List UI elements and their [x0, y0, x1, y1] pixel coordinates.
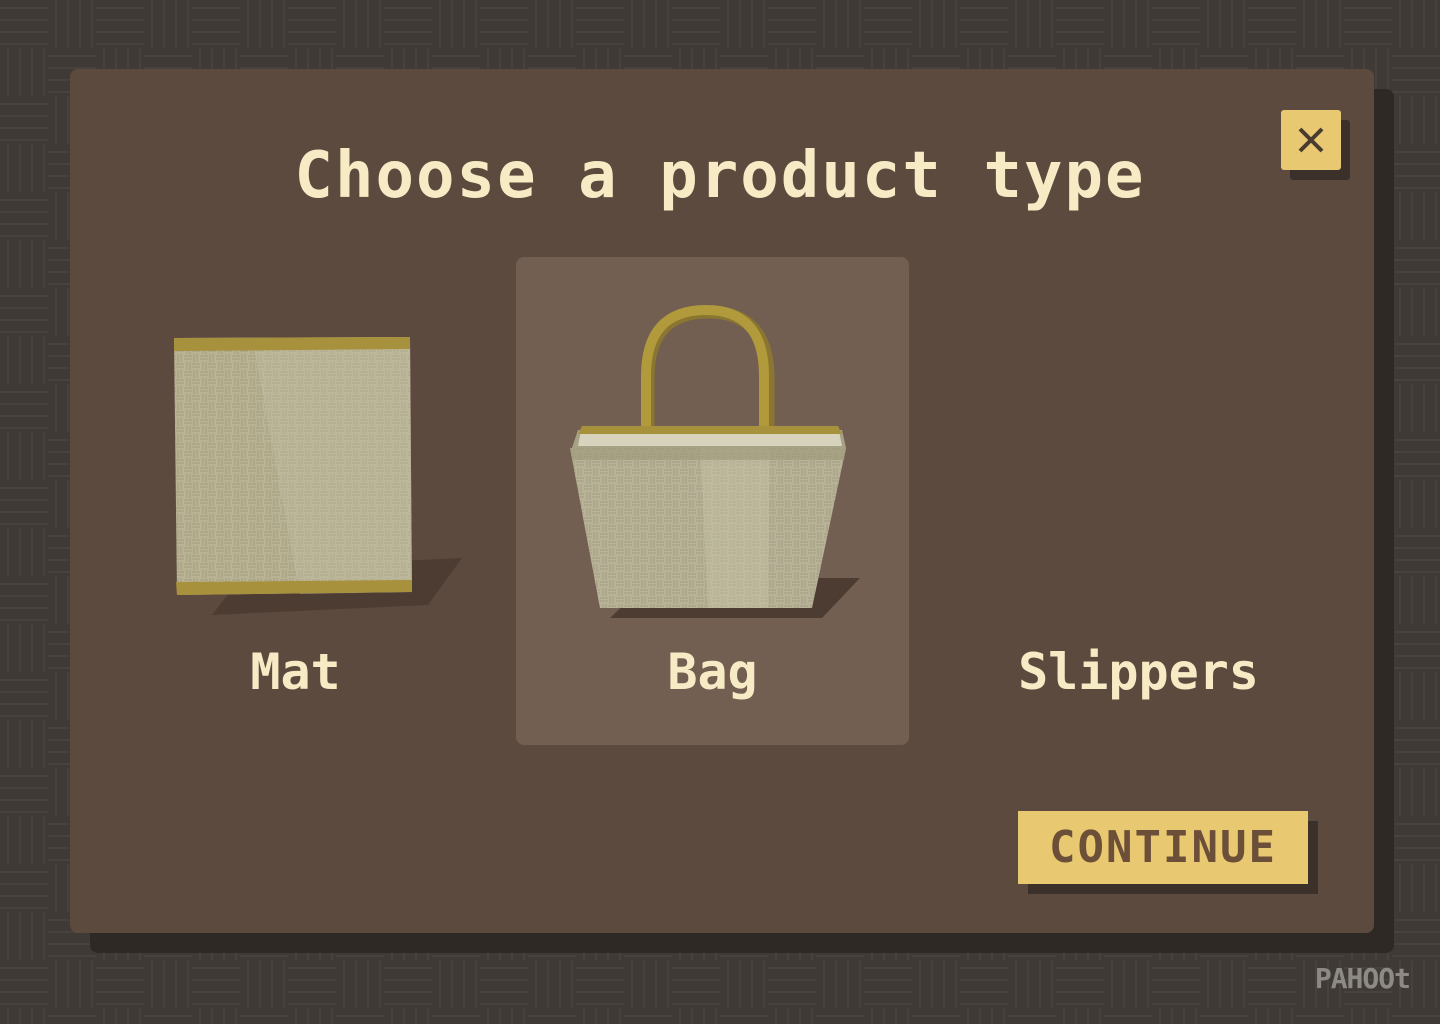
brand-logo: PAHOOt [1314, 962, 1411, 995]
option-label-bag: Bag [667, 643, 758, 701]
close-icon [1298, 127, 1324, 153]
option-label-mat: Mat [250, 643, 341, 701]
close-button[interactable] [1281, 110, 1341, 170]
bag-illustration [570, 304, 860, 618]
mat-illustration [174, 337, 462, 615]
continue-button[interactable]: CONTINUE [1018, 811, 1308, 884]
option-label-slippers: Slippers [1018, 643, 1259, 701]
modal-title: Choose a product type [294, 139, 1146, 213]
